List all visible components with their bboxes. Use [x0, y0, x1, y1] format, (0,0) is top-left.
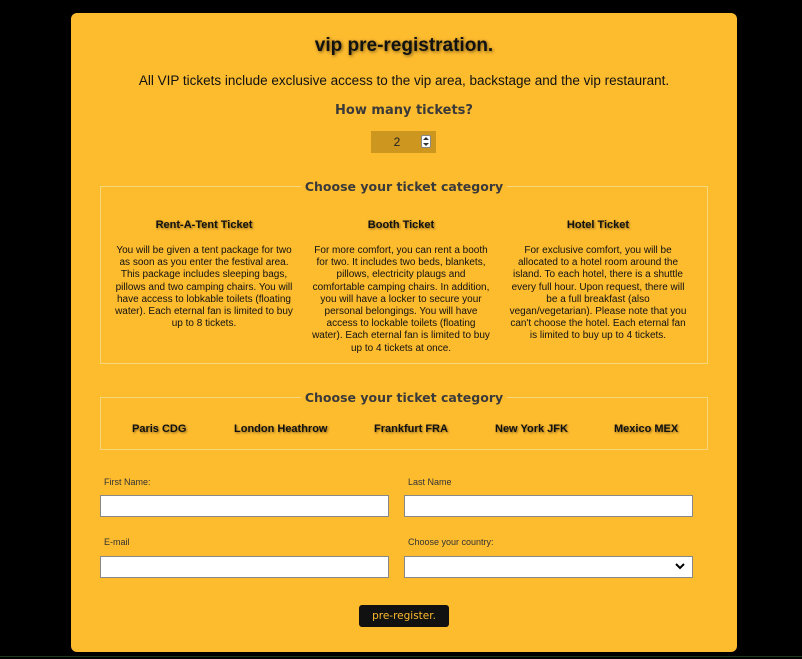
- category-description: For exclusive comfort, you will be alloc…: [509, 245, 687, 342]
- category-description: For more comfort, you can rent a booth f…: [312, 245, 490, 354]
- airport-mexico-mex[interactable]: Mexico MEX: [614, 423, 678, 435]
- category-title: Rent-A-Tent Ticket: [155, 219, 253, 231]
- airport-legend: Choose your ticket category: [101, 390, 707, 405]
- last-name-label: Last Name: [408, 477, 452, 487]
- last-name-input[interactable]: [404, 495, 693, 517]
- ticket-quantity-value: 2: [393, 135, 401, 149]
- ticket-quantity-stepper[interactable]: 2: [371, 131, 436, 153]
- airport-new-york-jfk[interactable]: New York JFK: [495, 423, 568, 435]
- category-title: Hotel Ticket: [566, 219, 630, 231]
- airport-frankfurt-fra[interactable]: Frankfurt FRA: [374, 423, 448, 435]
- first-name-input[interactable]: [100, 495, 389, 517]
- category-hotel[interactable]: Hotel Ticket For exclusive comfort, you …: [508, 219, 688, 343]
- ticket-count-label: How many tickets?: [335, 103, 473, 118]
- email-input[interactable]: [100, 556, 389, 578]
- airport-london-heathrow[interactable]: London Heathrow: [234, 423, 328, 435]
- page-subtitle: All VIP tickets include exclusive access…: [138, 73, 670, 88]
- registration-card: vip pre-registration. All VIP tickets in…: [71, 13, 737, 652]
- category-description: You will be given a tent package for two…: [115, 245, 293, 330]
- pre-register-button[interactable]: pre-register.: [359, 605, 449, 627]
- country-select[interactable]: [404, 556, 693, 578]
- email-label: E-mail: [104, 537, 130, 547]
- spinner-arrows-icon[interactable]: [421, 135, 431, 148]
- chevron-down-icon: [675, 563, 685, 570]
- first-name-label: First Name:: [104, 477, 151, 487]
- ticket-category-fieldset: Choose your ticket category Rent-A-Tent …: [100, 179, 708, 364]
- category-rent-a-tent[interactable]: Rent-A-Tent Ticket You will be given a t…: [114, 219, 294, 330]
- page-title: vip pre-registration.: [314, 35, 494, 56]
- country-label: Choose your country:: [408, 537, 494, 547]
- bottom-divider: [0, 656, 802, 657]
- category-title: Booth Ticket: [367, 219, 435, 231]
- airport-paris-cdg[interactable]: Paris CDG: [132, 423, 186, 435]
- airport-fieldset: Choose your ticket category Paris CDG Lo…: [100, 390, 708, 450]
- ticket-category-legend: Choose your ticket category: [101, 179, 707, 194]
- category-booth[interactable]: Booth Ticket For more comfort, you can r…: [311, 219, 491, 355]
